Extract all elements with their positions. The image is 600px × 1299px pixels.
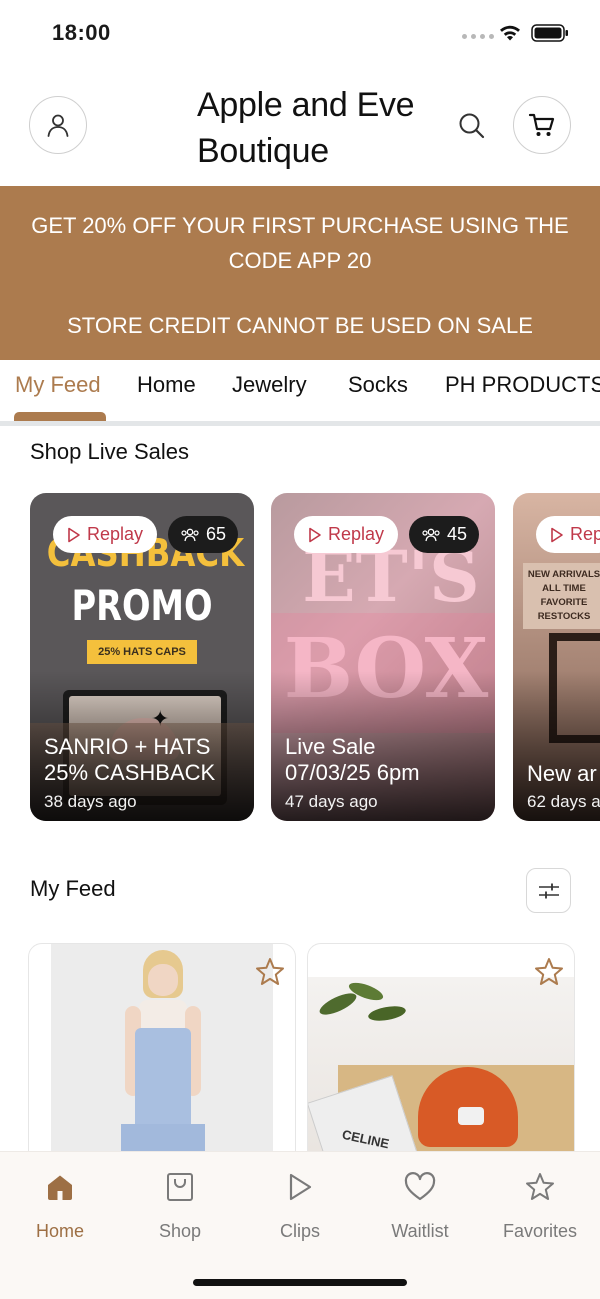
tabbar-waitlist[interactable]: Waitlist	[360, 1167, 480, 1242]
play-icon	[68, 527, 80, 542]
poster-sign: NEW ARRIVALS ALL TIME FAVORITE RESTOCKS	[523, 563, 600, 629]
promo-code-text: GET 20% OFF YOUR FIRST PURCHASE USING TH…	[31, 213, 569, 273]
star-icon	[256, 958, 284, 985]
heart-icon	[404, 1172, 436, 1201]
tabbar-clips[interactable]: Clips	[240, 1167, 360, 1242]
tabbar-label: Favorites	[502, 1221, 578, 1241]
bottom-tab-bar: Home Shop Clips Waitlist Favorites	[0, 1151, 600, 1299]
sliders-icon	[538, 883, 559, 898]
feed-heading: My Feed	[30, 876, 116, 901]
app-header: Apple and Eve Boutique	[0, 66, 600, 186]
title-line: New ar	[527, 761, 597, 786]
live-card-title: Live Sale 07/03/25 6pm	[285, 734, 420, 786]
wifi-icon	[500, 25, 520, 41]
product-card[interactable]	[28, 943, 296, 1173]
status-bar: 18:00	[0, 0, 600, 66]
poster-tag: 25% HATS CAPS	[87, 640, 197, 664]
tabbar-label: Home	[35, 1221, 84, 1241]
magazine-text: CELINE	[340, 1126, 391, 1152]
product-card[interactable]: CELINE	[307, 943, 575, 1173]
play-icon	[289, 1173, 312, 1201]
star-icon	[535, 958, 563, 985]
tab-socks[interactable]: Socks	[348, 372, 408, 398]
live-card[interactable]: CASHBACK PROMO 25% HATS CAPS ✦ Replay 65…	[30, 493, 254, 821]
title-line: Live Sale	[285, 734, 376, 759]
live-card-age: 62 days a	[527, 792, 600, 811]
tabbar-favorites[interactable]: Favorites	[480, 1167, 600, 1242]
tab-jewelry[interactable]: Jewelry	[232, 372, 307, 398]
poster-line: ALL TIME	[542, 583, 586, 594]
viewer-count-badge: 45	[409, 516, 480, 553]
category-tabs: My Feed Home Jewelry Socks PH PRODUCTS	[0, 360, 600, 426]
home-indicator	[193, 1279, 407, 1286]
tabbar-label: Waitlist	[391, 1221, 449, 1241]
store-title: Apple and Eve Boutique	[197, 86, 415, 170]
play-icon	[309, 527, 321, 542]
poster-line: NEW ARRIVALS	[527, 569, 600, 580]
tabbar-label: Shop	[158, 1221, 202, 1241]
product-image	[51, 944, 273, 1172]
tab-ph-products[interactable]: PH PRODUCTS	[445, 372, 600, 398]
shop-bag-icon	[167, 1173, 193, 1201]
favorite-button[interactable]	[254, 956, 286, 993]
poster-text: PROMO	[71, 581, 213, 630]
filter-button[interactable]	[526, 868, 571, 913]
live-card-age: 38 days ago	[44, 792, 137, 811]
cart-button[interactable]	[513, 96, 571, 154]
live-card[interactable]: NEW ARRIVALS ALL TIME FAVORITE RESTOCKS …	[513, 493, 600, 821]
viewer-count: 45	[447, 524, 468, 544]
tab-my-feed[interactable]: My Feed	[15, 372, 101, 398]
status-time: 18:00	[52, 20, 111, 45]
title-line: 07/03/25 6pm	[285, 760, 420, 785]
signal-icon	[462, 34, 494, 39]
search-icon[interactable]	[456, 110, 488, 142]
title-line: 25% CASHBACK	[44, 760, 216, 785]
home-icon	[48, 1175, 72, 1200]
play-icon	[551, 527, 563, 542]
promo-banner: GET 20% OFF YOUR FIRST PURCHASE USING TH…	[0, 186, 600, 360]
cart-icon	[528, 113, 555, 136]
tab-home[interactable]: Home	[137, 372, 196, 398]
replay-button[interactable]: Replay	[294, 516, 399, 553]
live-card[interactable]: ET'S BOX Replay 45 Live Sale 07/03/25 6p…	[271, 493, 495, 821]
active-tab-indicator	[14, 412, 106, 421]
favorite-button[interactable]	[533, 956, 565, 993]
replay-label: Replay	[87, 524, 144, 544]
live-sales-heading: Shop Live Sales	[30, 439, 189, 464]
viewer-count-badge: 65	[168, 516, 239, 553]
live-card-title: New ar	[527, 761, 597, 787]
store-credit-note: STORE CREDIT CANNOT BE USED ON SALE	[67, 313, 533, 338]
viewers-icon	[422, 528, 440, 541]
replay-label: Replay	[328, 524, 385, 544]
viewers-icon	[181, 528, 199, 541]
title-line: SANRIO + HATS	[44, 734, 211, 759]
live-card-title: SANRIO + HATS 25% CASHBACK	[44, 734, 215, 786]
viewer-count: 65	[206, 524, 227, 544]
replay-button[interactable]: Rep	[536, 516, 600, 553]
poster-line: FAVORITE	[540, 597, 588, 608]
profile-button[interactable]	[29, 96, 87, 154]
live-card-age: 47 days ago	[285, 792, 378, 811]
battery-icon	[531, 24, 568, 42]
tabbar-shop[interactable]: Shop	[120, 1167, 240, 1242]
star-icon	[526, 1173, 554, 1200]
replay-button[interactable]: Replay	[53, 516, 158, 553]
replay-label: Rep	[570, 524, 600, 544]
tabbar-label: Clips	[279, 1221, 320, 1241]
product-image: CELINE	[308, 977, 574, 1172]
poster-line: RESTOCKS	[537, 611, 591, 622]
tabbar-home[interactable]: Home	[0, 1167, 120, 1242]
user-icon	[47, 114, 69, 137]
